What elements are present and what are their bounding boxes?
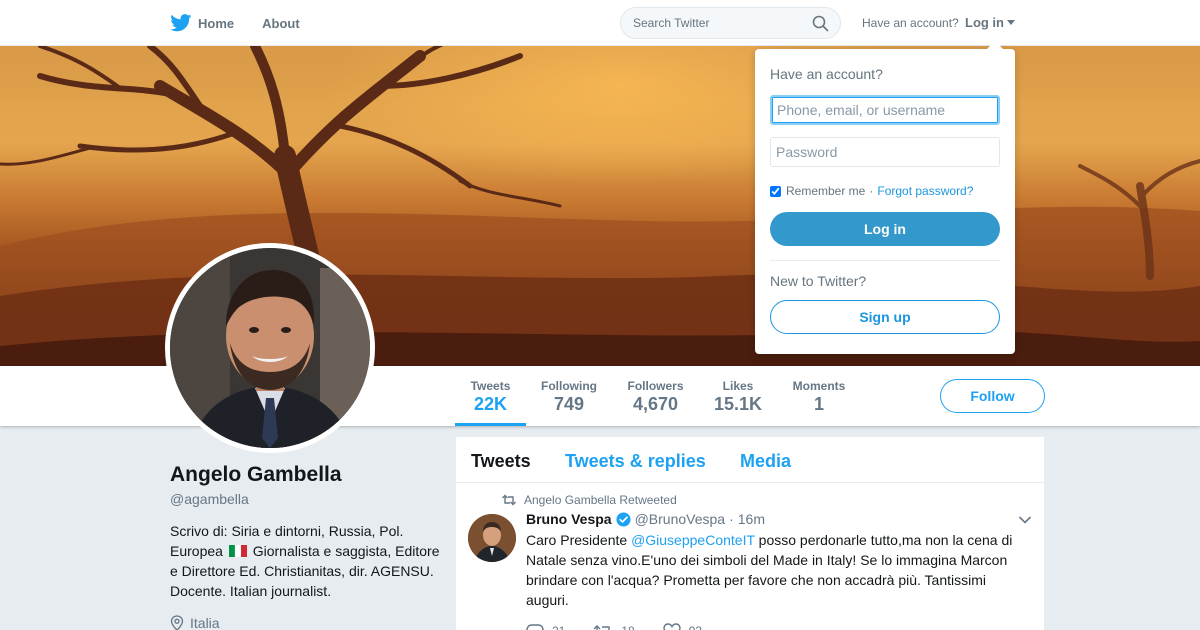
like-count: 93 [689, 624, 702, 630]
remember-row: Remember me · Forgot password? [770, 184, 973, 198]
stat-moments[interactable]: Moments 1 [787, 366, 851, 426]
caret-down-icon [1007, 20, 1015, 25]
stat-following-label: Following [541, 379, 597, 393]
tweet-mention-link[interactable]: @GiuseppeConteIT [631, 532, 755, 548]
stat-followers-value: 4,670 [632, 394, 679, 414]
profile-bio: Scrivo di: Siria e dintorni, Russia, Pol… [170, 521, 440, 601]
chevron-down-icon[interactable] [1018, 515, 1032, 525]
like-button[interactable]: 93 [663, 623, 702, 630]
signup-button[interactable]: Sign up [770, 300, 1000, 334]
login-dropdown: Have an account? Remember me · Forgot pa… [755, 41, 1015, 354]
avatar-photo [170, 248, 370, 448]
login-dropdown-title: Have an account? [770, 66, 883, 82]
remember-separator: · [869, 184, 874, 198]
tweet-actions: 21 18 93 [526, 623, 730, 630]
stat-tweets-label: Tweets [470, 379, 511, 393]
retweet-context-text[interactable]: Angelo Gambella Retweeted [524, 493, 677, 507]
tweet-author-avatar[interactable] [468, 514, 516, 562]
search-icon[interactable] [812, 15, 829, 32]
search-input[interactable] [621, 8, 801, 38]
reply-count: 21 [552, 624, 565, 630]
reply-button[interactable]: 21 [526, 623, 565, 630]
top-nav: Home About Have an account? Log in [0, 0, 1200, 46]
twitter-bird-icon [170, 14, 192, 32]
reply-icon [526, 624, 544, 630]
have-account-text: Have an account? [862, 16, 959, 30]
location-pin-icon [170, 615, 184, 630]
retweet-icon [502, 494, 516, 506]
stat-likes-value: 15.1K [713, 394, 763, 414]
login-link-label: Log in [965, 15, 1004, 30]
profile-avatar[interactable] [165, 243, 375, 453]
nav-home[interactable]: Home [170, 0, 234, 46]
retweet-context: Angelo Gambella Retweeted [502, 493, 677, 507]
new-to-twitter-text: New to Twitter? [770, 273, 867, 289]
login-submit-button[interactable]: Log in [770, 212, 1000, 246]
remember-me-label[interactable]: Remember me [786, 184, 865, 198]
follow-button[interactable]: Follow [940, 379, 1045, 413]
retweet-action-icon [593, 625, 611, 630]
profile-location: Italia [170, 615, 220, 630]
profile-handle[interactable]: @agambella [170, 491, 249, 507]
search-box [620, 7, 841, 39]
password-input[interactable] [770, 137, 1000, 167]
stat-likes-label: Likes [722, 379, 754, 393]
nav-home-label: Home [198, 15, 235, 31]
tab-tweets[interactable]: Tweets [471, 451, 531, 472]
tweet-author-name[interactable]: Bruno Vespa [526, 511, 612, 527]
tweet-text: Caro Presidente @GiuseppeConteIT posso p… [526, 530, 1032, 610]
stat-followers[interactable]: Followers 4,670 [622, 366, 689, 426]
timeline-tabs: Tweets Tweets & replies Media [456, 437, 1044, 483]
stat-tweets[interactable]: Tweets 22K [455, 366, 526, 426]
retweet-count: 18 [621, 624, 634, 630]
forgot-password-link[interactable]: Forgot password? [877, 184, 973, 198]
heart-icon [663, 623, 681, 630]
nav-about[interactable]: About [262, 0, 300, 46]
tweet-header: Bruno Vespa @BrunoVespa · 16m [526, 511, 765, 527]
nav-left: Home About [170, 0, 328, 46]
italy-flag-icon [228, 545, 247, 557]
tweet-timestamp[interactable]: 16m [738, 511, 765, 527]
stat-moments-label: Moments [792, 379, 846, 393]
stat-likes[interactable]: Likes 15.1K [708, 366, 768, 426]
dropdown-divider [770, 260, 1000, 261]
stat-moments-value: 1 [813, 394, 824, 414]
tweet-text-prefix: Caro Presidente [526, 532, 632, 548]
profile-location-text: Italia [190, 615, 220, 630]
login-dropdown-toggle[interactable]: Log in [965, 15, 1015, 30]
stat-following-value: 749 [553, 394, 585, 414]
stat-following[interactable]: Following 749 [536, 366, 602, 426]
tab-media[interactable]: Media [740, 451, 791, 472]
stat-tweets-value: 22K [473, 394, 508, 414]
stat-followers-label: Followers [627, 379, 684, 393]
tab-tweets-replies[interactable]: Tweets & replies [565, 451, 706, 472]
username-input[interactable] [770, 95, 1000, 125]
timeline: Tweets Tweets & replies Media Angelo Gam… [456, 437, 1044, 630]
verified-badge-icon [616, 511, 631, 527]
profile-name[interactable]: Angelo Gambella [170, 463, 342, 487]
nav-about-label: About [262, 15, 300, 31]
tweet-author-handle[interactable]: @BrunoVespa [635, 511, 726, 527]
tweet-dot-separator: · [729, 511, 734, 527]
retweet-button[interactable]: 18 [593, 623, 635, 630]
tweet-author-photo [468, 514, 516, 562]
remember-me-checkbox[interactable] [770, 185, 781, 197]
